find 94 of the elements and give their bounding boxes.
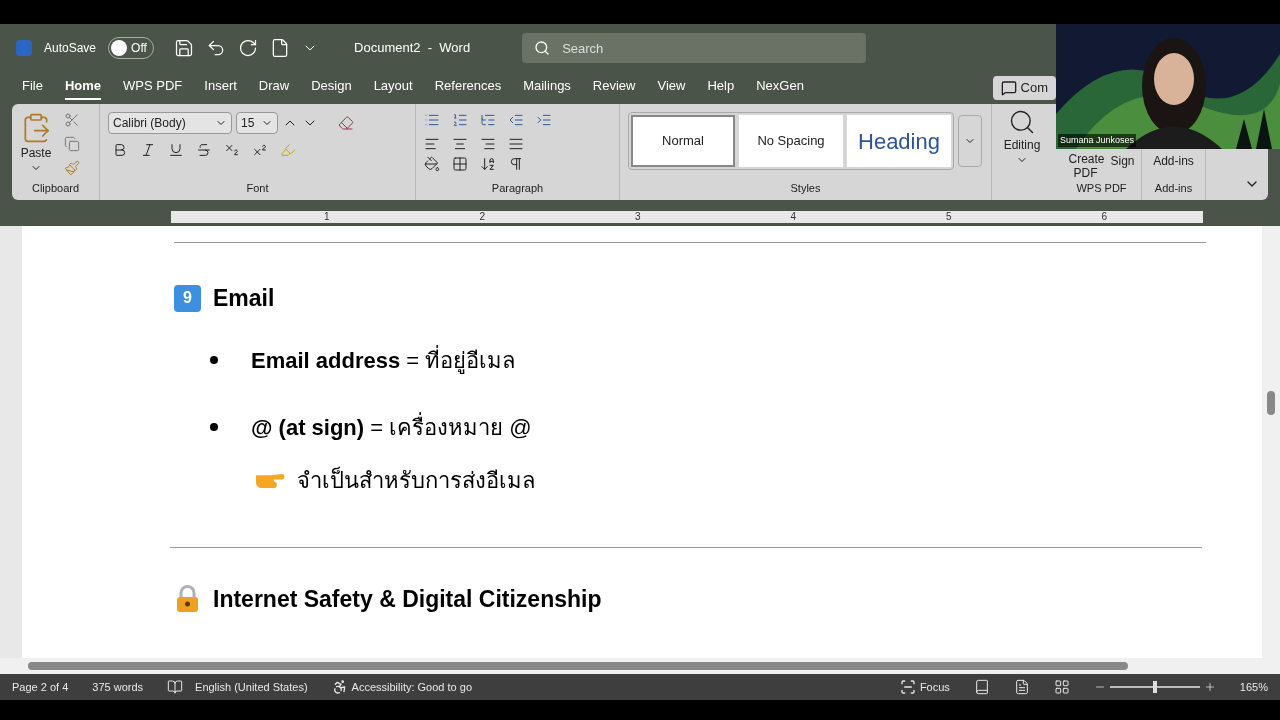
pointing-hand-icon xyxy=(256,472,285,488)
font-name-field[interactable]: Calibri (Body) xyxy=(108,112,232,134)
word-logo-icon xyxy=(16,40,32,56)
section-heading: Internet Safety & Digital Citizenship xyxy=(213,584,602,614)
editing-button[interactable]: Editing xyxy=(992,104,1052,200)
font-size-field[interactable]: 15 xyxy=(236,112,278,134)
comment-icon xyxy=(1000,80,1017,96)
zoom-level[interactable]: 165% xyxy=(1239,678,1268,696)
bullets-icon[interactable] xyxy=(424,112,440,128)
decrease-indent-icon[interactable] xyxy=(508,112,524,128)
ruler-number: 6 xyxy=(1101,211,1107,223)
vertical-scrollbar[interactable] xyxy=(1262,226,1280,658)
note-text: จำเป็นสำหรับการส่งอีเมล xyxy=(297,465,535,495)
focus-icon xyxy=(899,679,916,695)
keycap-icon: 9 xyxy=(174,284,201,312)
style-option[interactable]: No Spacing xyxy=(739,115,843,167)
read-mode-icon[interactable] xyxy=(973,679,990,695)
zoom-slider[interactable] xyxy=(1109,681,1200,693)
list-item: @ (at sign) = เครื่องหมาย @ xyxy=(251,411,532,442)
create-pdf-button[interactable]: Create PDF xyxy=(1068,152,1103,180)
participant-name: Sumana Junkoses xyxy=(1058,133,1137,147)
web-layout-icon[interactable] xyxy=(1053,679,1070,695)
proofing-icon[interactable] xyxy=(167,679,184,695)
ribbon-tab[interactable]: NexGen xyxy=(756,76,804,100)
ruler-number: 5 xyxy=(945,211,952,223)
group-label: Font xyxy=(245,180,270,196)
section-heading: Email xyxy=(213,284,275,313)
ruler-number: 2 xyxy=(479,211,485,223)
multilevel-list-icon[interactable] xyxy=(480,112,496,128)
zoom-thumb[interactable] xyxy=(1153,681,1158,693)
redo-icon[interactable] xyxy=(238,38,259,58)
add-ins-button[interactable]: Add-ins xyxy=(1142,152,1205,170)
autosave-label: AutoSave xyxy=(44,40,97,57)
group-label: Add-ins xyxy=(1153,180,1194,196)
clear-format-icon[interactable] xyxy=(338,115,354,131)
numbering-icon[interactable] xyxy=(452,112,468,128)
comments-button[interactable]: Com xyxy=(992,76,1056,100)
paste-button[interactable]: Paste xyxy=(20,108,52,174)
underline-icon[interactable] xyxy=(168,142,184,158)
bold-icon[interactable] xyxy=(112,142,128,158)
sign-button[interactable]: Sign xyxy=(1110,152,1135,180)
increase-indent-icon[interactable] xyxy=(536,112,552,128)
search-icon xyxy=(1008,108,1036,136)
align-right-icon[interactable] xyxy=(480,136,496,152)
ribbon-tab[interactable]: File xyxy=(22,76,43,100)
ribbon-tab[interactable]: Insert xyxy=(204,76,237,100)
shading-icon[interactable] xyxy=(424,156,440,172)
ribbon-tab[interactable]: Help xyxy=(707,76,735,100)
pilcrow-icon[interactable] xyxy=(508,156,524,172)
ruler-number: 3 xyxy=(634,211,641,223)
zoom-in-icon[interactable] xyxy=(1203,681,1216,693)
group-label: WPS PDF xyxy=(1075,181,1128,196)
ribbon-tab[interactable]: Design xyxy=(311,76,352,100)
subscript-icon[interactable] xyxy=(224,142,240,158)
search-icon xyxy=(534,40,551,56)
ruler-number: 4 xyxy=(790,211,796,223)
accessibility-status[interactable]: Accessibility: Good to go xyxy=(331,678,472,696)
align-center-icon[interactable] xyxy=(452,136,468,152)
search-field[interactable]: Search xyxy=(522,33,867,63)
bullet-icon xyxy=(210,423,218,431)
superscript-icon[interactable] xyxy=(252,142,268,158)
ribbon-tab[interactable]: View xyxy=(657,76,686,100)
word-count[interactable]: 375 words xyxy=(92,678,144,696)
ribbon-tab[interactable]: Mailings xyxy=(523,76,571,100)
borders-icon[interactable] xyxy=(452,156,468,172)
strikethrough-icon[interactable] xyxy=(196,142,212,158)
justify-icon[interactable] xyxy=(508,136,524,152)
style-option[interactable]: Normal xyxy=(631,115,735,167)
page-count[interactable]: Page 2 of 4 xyxy=(12,678,69,696)
group-label: Styles xyxy=(789,180,822,196)
ribbon-tab[interactable]: References xyxy=(434,76,502,100)
ribbon-tab[interactable]: Review xyxy=(592,76,636,100)
list-item: Email address = ที่อยู่อีเมล xyxy=(251,344,516,376)
ruler-number: 1 xyxy=(323,211,330,223)
ribbon-tab[interactable]: Draw xyxy=(258,76,290,100)
sort-icon[interactable] xyxy=(480,156,496,172)
language-status[interactable]: English (United States) xyxy=(195,678,308,696)
align-left-icon[interactable] xyxy=(424,136,440,152)
horizontal-scrollbar[interactable] xyxy=(0,658,1280,674)
ribbon-tab[interactable]: WPS PDF xyxy=(123,76,183,100)
ribbon-tab[interactable]: Layout xyxy=(373,76,413,100)
lock-icon xyxy=(174,584,201,613)
ribbon-tab[interactable]: Home xyxy=(64,76,102,100)
accessibility-icon xyxy=(331,679,348,695)
scissors-icon[interactable] xyxy=(64,112,80,128)
group-label: Clipboard xyxy=(30,180,81,196)
italic-icon[interactable] xyxy=(140,142,156,158)
save-icon[interactable] xyxy=(174,38,195,58)
window-title: Document2 - Word xyxy=(354,39,471,58)
group-label: Paragraph xyxy=(490,180,545,196)
bullet-icon xyxy=(210,356,218,364)
focus-button[interactable]: Focus xyxy=(899,678,950,696)
style-option[interactable]: Heading xyxy=(847,115,951,167)
print-layout-icon[interactable] xyxy=(1013,679,1030,695)
